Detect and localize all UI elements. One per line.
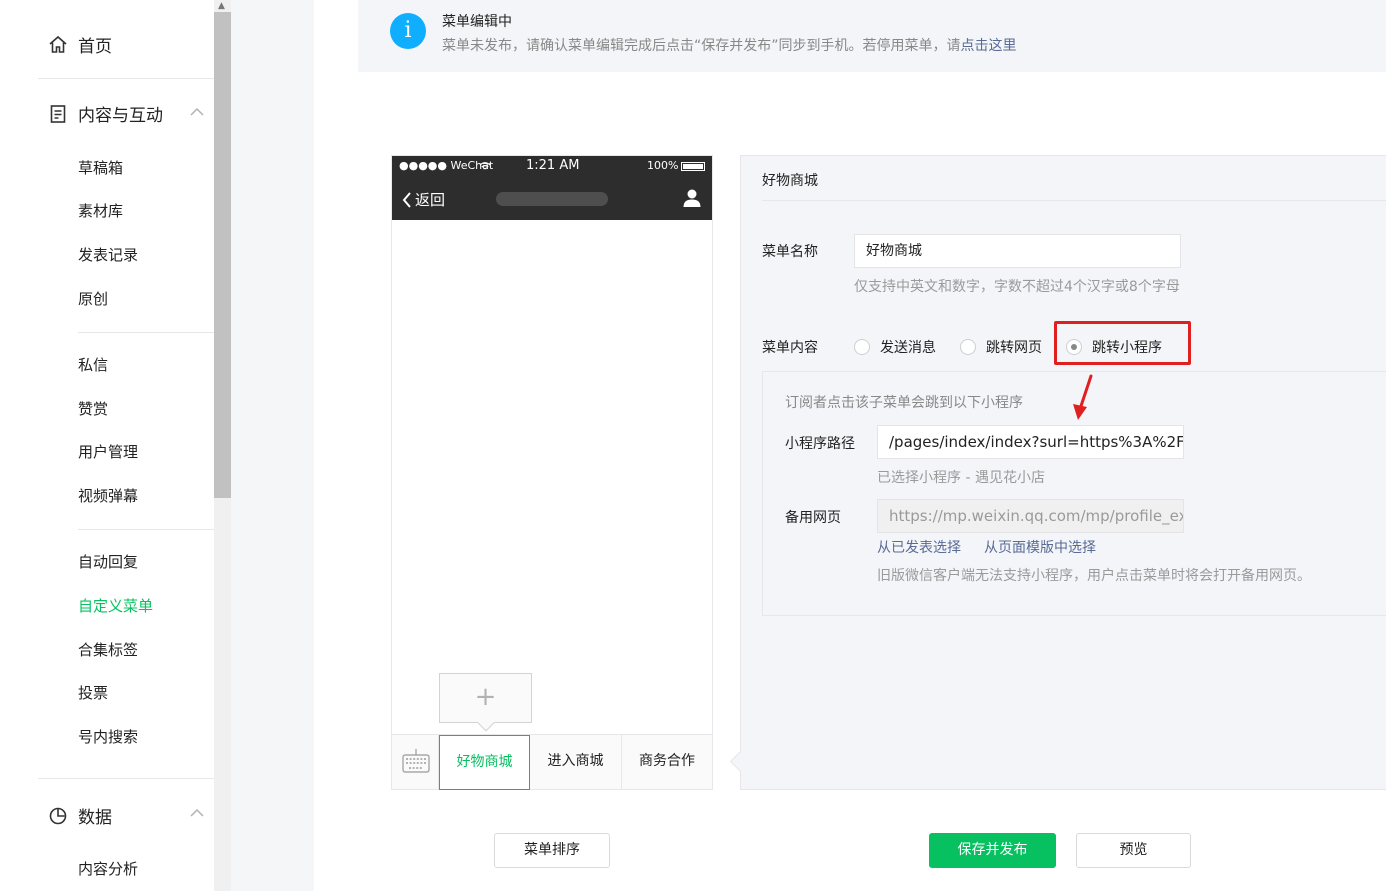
divider: [78, 332, 214, 333]
battery-icon: [681, 162, 705, 171]
radio-jump-webpage[interactable]: 跳转网页: [960, 337, 1042, 357]
sidebar-item-vote[interactable]: 投票: [78, 683, 108, 703]
sidebar: 首页 内容与互动 草稿箱 素材库 发表记录 原创 私信 赞赏 用户管理 视频弹幕…: [0, 0, 214, 891]
menu-editor-panel: 好物商城 菜单名称 好物商城 仅支持中英文和数字，字数不超过4个汉字或8个字母 …: [740, 155, 1386, 790]
keyboard-switch[interactable]: [392, 735, 439, 790]
chevron-up-icon[interactable]: [190, 808, 204, 818]
sidebar-item-custom-menu[interactable]: 自定义菜单: [78, 596, 153, 616]
sidebar-item-publish-records[interactable]: 发表记录: [78, 245, 138, 265]
phone-menu-bar: 好物商城 进入商城 商务合作: [392, 734, 712, 790]
menu-tab-enter-mall[interactable]: 进入商城: [530, 735, 622, 790]
backup-page-label: 备用网页: [785, 510, 841, 526]
main-content: i 菜单编辑中 菜单未发布，请确认菜单编辑完成后点击“保存并发布”同步到手机。若…: [314, 0, 1386, 891]
battery-percent: 100%: [647, 159, 679, 172]
phone-nav-bar: 返回: [392, 177, 712, 220]
user-icon[interactable]: [682, 188, 702, 208]
blurred-account-name: [496, 192, 608, 206]
divider: [78, 529, 214, 530]
backup-page-input[interactable]: https://mp.weixin.qq.com/mp/profile_ext: [877, 499, 1184, 533]
chevron-left-icon: [402, 191, 411, 208]
sidebar-item-original[interactable]: 原创: [78, 289, 108, 309]
menu-tab-haowu-mall[interactable]: 好物商城: [439, 735, 530, 790]
sidebar-item-drafts[interactable]: 草稿箱: [78, 158, 123, 178]
nav-content-section-label: 内容与互动: [78, 106, 163, 126]
phone-preview: ●●●●● WeChat 1:21 AM 100% 返回 + 好物商城 进入商城…: [391, 155, 713, 790]
divider: [38, 78, 214, 79]
miniprogram-path-input[interactable]: /pages/index/index?surl=https%3A%2F: [877, 425, 1184, 459]
select-from-published-link[interactable]: 从已发表选择: [877, 537, 961, 557]
keyboard-icon: [402, 749, 430, 773]
nav-home[interactable]: 首页: [48, 32, 112, 57]
sidebar-item-messages[interactable]: 私信: [78, 355, 108, 375]
menu-content-label: 菜单内容: [762, 340, 818, 356]
radio-send-message-label: 发送消息: [880, 340, 936, 356]
save-publish-button[interactable]: 保存并发布: [929, 833, 1056, 868]
radio-jump-webpage-label: 跳转网页: [986, 340, 1042, 356]
sidebar-item-video-danmaku[interactable]: 视频弹幕: [78, 486, 138, 506]
radio-circle[interactable]: [960, 339, 976, 355]
select-from-template-link[interactable]: 从页面模版中选择: [984, 537, 1096, 557]
nav-home-label: 首页: [78, 37, 112, 57]
preview-button[interactable]: 预览: [1076, 833, 1191, 868]
red-arrow-annotation: [1073, 374, 1093, 420]
notice-text: 菜单未发布，请确认菜单编辑完成后点击“保存并发布”同步到手机。若停用菜单，请: [442, 38, 961, 54]
document-icon: [50, 104, 66, 123]
sidebar-item-content-analysis[interactable]: 内容分析: [78, 859, 138, 879]
home-icon: [49, 35, 67, 53]
nav-data-section-label: 数据: [78, 808, 112, 828]
notice-description: 菜单未发布，请确认菜单编辑完成后点击“保存并发布”同步到手机。若停用菜单，请点击…: [442, 35, 1017, 55]
sidebar-item-user-management[interactable]: 用户管理: [78, 442, 138, 462]
notice-title: 菜单编辑中: [442, 14, 512, 30]
nav-data-section[interactable]: 数据: [48, 803, 112, 828]
divider: [762, 200, 1386, 201]
selected-miniprogram: 已选择小程序 - 遇见花小店: [877, 470, 1045, 486]
divider: [38, 778, 214, 779]
path-label: 小程序路径: [785, 436, 855, 452]
scroll-up-arrow-icon[interactable]: ▲: [218, 1, 225, 11]
info-icon: i: [390, 13, 426, 49]
sidebar-item-rewards[interactable]: 赞赏: [78, 399, 108, 419]
menu-sort-button[interactable]: 菜单排序: [494, 833, 610, 868]
menu-name-hint: 仅支持中英文和数字，字数不超过4个汉字或8个字母: [854, 279, 1180, 295]
wifi-icon: [479, 162, 491, 170]
backup-page-hint: 旧版微信客户端无法支持小程序，用户点击菜单时将会打开备用网页。: [877, 568, 1311, 584]
phone-chat-area: [392, 220, 712, 734]
radio-circle[interactable]: [854, 339, 870, 355]
plus-icon: +: [474, 682, 497, 712]
status-time: 1:21 AM: [526, 158, 580, 173]
sidebar-item-materials[interactable]: 素材库: [78, 201, 123, 221]
menu-name-label: 菜单名称: [762, 244, 818, 260]
highlight-box: [1054, 321, 1191, 365]
menu-name-input[interactable]: 好物商城: [854, 234, 1181, 268]
nav-content-section[interactable]: 内容与互动: [48, 101, 163, 126]
phone-status-bar: ●●●●● WeChat 1:21 AM 100%: [392, 156, 712, 177]
radio-send-message[interactable]: 发送消息: [854, 337, 936, 357]
miniprogram-description: 订阅者点击该子菜单会跳到以下小程序: [785, 395, 1023, 411]
editor-title: 好物商城: [762, 173, 818, 189]
back-label: 返回: [415, 191, 446, 209]
sidebar-item-collection-tags[interactable]: 合集标签: [78, 640, 138, 660]
disable-menu-link[interactable]: 点击这里: [961, 38, 1017, 54]
sidebar-item-auto-reply[interactable]: 自动回复: [78, 552, 138, 572]
back-button[interactable]: 返回: [402, 189, 445, 210]
editing-notice: i 菜单编辑中 菜单未发布，请确认菜单编辑完成后点击“保存并发布”同步到手机。若…: [358, 0, 1386, 72]
menu-tab-business[interactable]: 商务合作: [622, 735, 712, 790]
scrollbar-thumb[interactable]: [214, 12, 231, 498]
add-submenu-button[interactable]: +: [439, 673, 532, 723]
sidebar-scrollbar[interactable]: ▲: [214, 0, 231, 891]
sidebar-item-in-account-search[interactable]: 号内搜索: [78, 727, 138, 747]
pie-chart-icon: [49, 807, 67, 824]
chevron-up-icon[interactable]: [190, 107, 204, 117]
